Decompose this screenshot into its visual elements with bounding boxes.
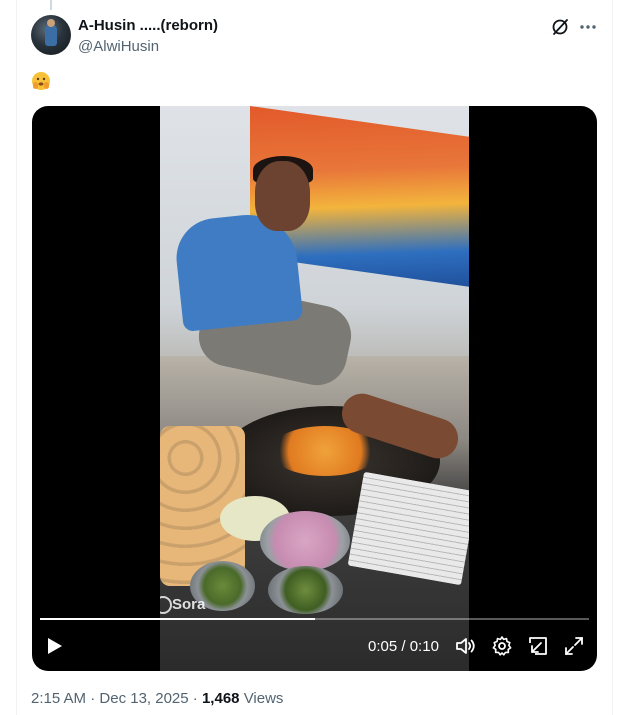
fullscreen-icon[interactable] bbox=[562, 634, 586, 658]
avatar[interactable] bbox=[31, 15, 71, 55]
dock-icon[interactable] bbox=[526, 634, 550, 658]
views-label: Views bbox=[243, 690, 284, 707]
video-progress-bar[interactable] bbox=[40, 618, 589, 620]
duration: 0:10 bbox=[409, 638, 439, 655]
post-time[interactable]: 2:15 AM bbox=[31, 690, 86, 707]
scene-herb-bowl bbox=[268, 566, 343, 614]
volume-icon[interactable] bbox=[454, 634, 478, 658]
scene-person-head bbox=[255, 161, 310, 231]
time-separator: / bbox=[397, 638, 410, 655]
more-icon[interactable] bbox=[578, 17, 598, 37]
meta-separator: · bbox=[90, 690, 96, 707]
watermark-text: Sora bbox=[172, 596, 206, 613]
meta-separator: · bbox=[192, 690, 198, 707]
current-time: 0:05 bbox=[368, 638, 398, 655]
settings-icon[interactable] bbox=[490, 634, 514, 658]
tweet-text-emoji bbox=[31, 71, 51, 91]
post-date[interactable]: Dec 13, 2025 bbox=[99, 690, 188, 707]
play-icon[interactable] bbox=[42, 634, 66, 658]
timeline-border-right bbox=[612, 0, 613, 715]
video-progress-fill bbox=[40, 618, 315, 620]
scene-onion-bowl bbox=[260, 511, 350, 571]
thread-connector bbox=[50, 0, 52, 10]
sora-logo-icon bbox=[160, 596, 172, 614]
peeking-face-icon bbox=[32, 72, 50, 90]
video-time: 0:05 / 0:10 bbox=[368, 638, 439, 655]
timeline-border-left bbox=[16, 0, 17, 715]
post-metadata: 2:15 AM · Dec 13, 2025 · 1,468 Views bbox=[31, 690, 283, 707]
video-player[interactable]: Sora 0:05 / 0:10 bbox=[32, 106, 597, 671]
views-count: 1,468 bbox=[201, 690, 240, 707]
author-name[interactable]: A-Husin .....(reborn) bbox=[78, 17, 218, 34]
scene-newspaper bbox=[347, 471, 469, 586]
avatar-figure bbox=[45, 24, 57, 46]
grok-icon[interactable] bbox=[550, 17, 570, 37]
sora-watermark: Sora bbox=[160, 596, 206, 614]
video-frame: Sora bbox=[160, 106, 469, 671]
author-handle[interactable]: @AlwiHusin bbox=[78, 38, 159, 55]
avatar-head bbox=[47, 19, 55, 27]
